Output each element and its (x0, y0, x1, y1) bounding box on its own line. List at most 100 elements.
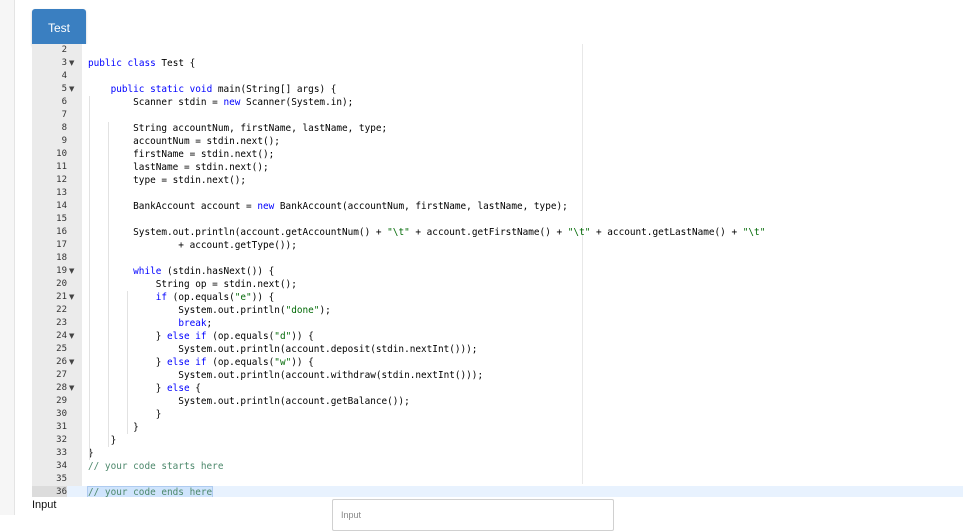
code-text: BankAccount account = new BankAccount(ac… (88, 201, 568, 212)
code-text: System.out.println(account.getBalance())… (88, 396, 410, 407)
line-number: 33 (56, 448, 67, 458)
line-number: 28 (56, 383, 67, 393)
code-line[interactable]: 9 accountNum = stdin.next(); (32, 135, 963, 148)
code-text: String accountNum, firstName, lastName, … (88, 123, 388, 134)
line-number: 10 (56, 149, 67, 159)
code-line[interactable]: 16 System.out.println(account.getAccount… (32, 226, 963, 239)
code-line[interactable]: 18 (32, 252, 963, 265)
indent-guide (127, 291, 128, 434)
code-line[interactable]: 7 (32, 109, 963, 122)
fold-arrow-icon[interactable]: ▼ (69, 291, 74, 304)
code-line[interactable]: 6 Scanner stdin = new Scanner(System.in)… (32, 96, 963, 109)
code-text: // your code starts here (88, 460, 223, 473)
code-line[interactable]: 2 (32, 44, 963, 57)
code-text: break; (178, 318, 213, 329)
comment-token: // your code starts here (88, 461, 224, 472)
code-text: firstName = stdin.next(); (88, 149, 275, 160)
code-line[interactable]: 31 } (32, 421, 963, 434)
comment-token: // your code ends here (88, 487, 213, 497)
code-line[interactable]: 8 String accountNum, firstName, lastName… (32, 122, 963, 135)
fold-arrow-icon[interactable]: ▼ (69, 356, 74, 369)
code-text: } else { (155, 383, 201, 394)
code-text: } else if (op.equals("w")) { (155, 357, 314, 368)
code-text: System.out.println(account.deposit(stdin… (88, 344, 478, 355)
code-text: while (stdin.hasNext()) { (133, 266, 275, 277)
code-line[interactable]: 12 type = stdin.next(); (32, 174, 963, 187)
code-line[interactable]: 19 ▼ while (stdin.hasNext()) { (32, 265, 963, 278)
line-number: 25 (56, 344, 67, 354)
code-line[interactable]: 23 break; (32, 317, 963, 330)
code-line[interactable]: 35 (32, 473, 963, 486)
code-line[interactable]: 29 System.out.println(account.getBalance… (32, 395, 963, 408)
code-text: lastName = stdin.next(); (88, 162, 269, 173)
code-line[interactable]: 21 ▼ if (op.equals("e")) { (32, 291, 963, 304)
fold-arrow-icon[interactable]: ▼ (69, 83, 74, 96)
code-line[interactable]: 10 firstName = stdin.next(); (32, 148, 963, 161)
line-number: 13 (56, 188, 67, 198)
indent-guide (108, 122, 109, 447)
line-number: 35 (56, 474, 67, 484)
line-number: 3 (61, 58, 67, 68)
code-line[interactable]: 3 ▼ public class Test { (32, 57, 963, 70)
code-text: // your code ends here (87, 486, 214, 497)
code-line[interactable]: 36 // your code ends here (32, 486, 963, 497)
input-section: Input Input (32, 497, 963, 531)
code-text: } (88, 435, 117, 446)
indent-guide (89, 96, 90, 460)
code-line[interactable]: 22 System.out.println("done"); (32, 304, 963, 317)
code-line[interactable]: 5 ▼ public static void main(String[] args… (32, 83, 963, 96)
line-number: 17 (56, 240, 67, 250)
input-box-label: Input (341, 510, 362, 520)
fold-arrow-icon[interactable]: ▼ (69, 382, 74, 395)
code-line[interactable]: 15 (32, 213, 963, 226)
line-number: 14 (56, 201, 67, 211)
line-number: 15 (56, 214, 67, 224)
code-text: } (88, 422, 139, 433)
code-line[interactable]: 17 + account.getType()); (32, 239, 963, 252)
code-line[interactable]: 24 ▼ } else if (op.equals("d")) { (32, 330, 963, 343)
code-text: accountNum = stdin.next(); (88, 136, 280, 147)
code-editor[interactable]: 2 3 ▼ public class Test {4 5 ▼ public static … (32, 44, 963, 497)
code-line[interactable]: 14 BankAccount account = new BankAccount… (32, 200, 963, 213)
line-number: 4 (61, 71, 67, 81)
line-number: 36 (32, 486, 67, 497)
line-number: 23 (56, 318, 67, 328)
code-line[interactable]: 13 (32, 187, 963, 200)
fold-arrow-icon[interactable]: ▼ (69, 57, 74, 70)
code-line[interactable]: 28 ▼ } else { (32, 382, 963, 395)
line-number: 27 (56, 370, 67, 380)
code-text: Scanner stdin = new Scanner(System.in); (88, 97, 354, 108)
code-line[interactable]: 33} (32, 447, 963, 460)
code-line[interactable]: 25 System.out.println(account.deposit(st… (32, 343, 963, 356)
code-text: + account.getType()); (88, 240, 297, 251)
line-number: 7 (61, 110, 67, 120)
line-number: 24 (56, 331, 67, 341)
line-number: 9 (61, 136, 67, 146)
line-number: 16 (56, 227, 67, 237)
tab-test[interactable]: Test (32, 9, 86, 47)
code-text: } else if (op.equals("d")) { (155, 331, 314, 342)
fold-arrow-icon[interactable]: ▼ (69, 265, 74, 278)
code-line[interactable]: 11 lastName = stdin.next(); (32, 161, 963, 174)
input-box[interactable]: Input (332, 499, 614, 531)
line-number: 5 (61, 84, 67, 94)
code-line[interactable]: 27 System.out.println(account.withdraw(s… (32, 369, 963, 382)
input-label: Input (32, 499, 57, 511)
line-number: 11 (56, 162, 67, 172)
code-text: if (op.equals("e")) { (155, 292, 275, 303)
code-line[interactable]: 26 ▼ } else if (op.equals("w")) { (32, 356, 963, 369)
code-line[interactable]: 20 String op = stdin.next(); (32, 278, 963, 291)
code-line[interactable]: 30 } (32, 408, 963, 421)
code-line[interactable]: 32 } (32, 434, 963, 447)
code-line[interactable]: 34 // your code starts here (32, 460, 963, 473)
line-number: 22 (56, 305, 67, 315)
line-number: 21 (56, 292, 67, 302)
line-number: 2 (61, 45, 67, 55)
line-number: 6 (61, 97, 67, 107)
code-text: } (88, 409, 162, 420)
code-text: String op = stdin.next(); (88, 279, 297, 290)
fold-arrow-icon[interactable]: ▼ (69, 330, 74, 343)
code-text: System.out.println(account.withdraw(stdi… (88, 370, 484, 381)
line-number: 18 (56, 253, 67, 263)
code-line[interactable]: 4 (32, 70, 963, 83)
